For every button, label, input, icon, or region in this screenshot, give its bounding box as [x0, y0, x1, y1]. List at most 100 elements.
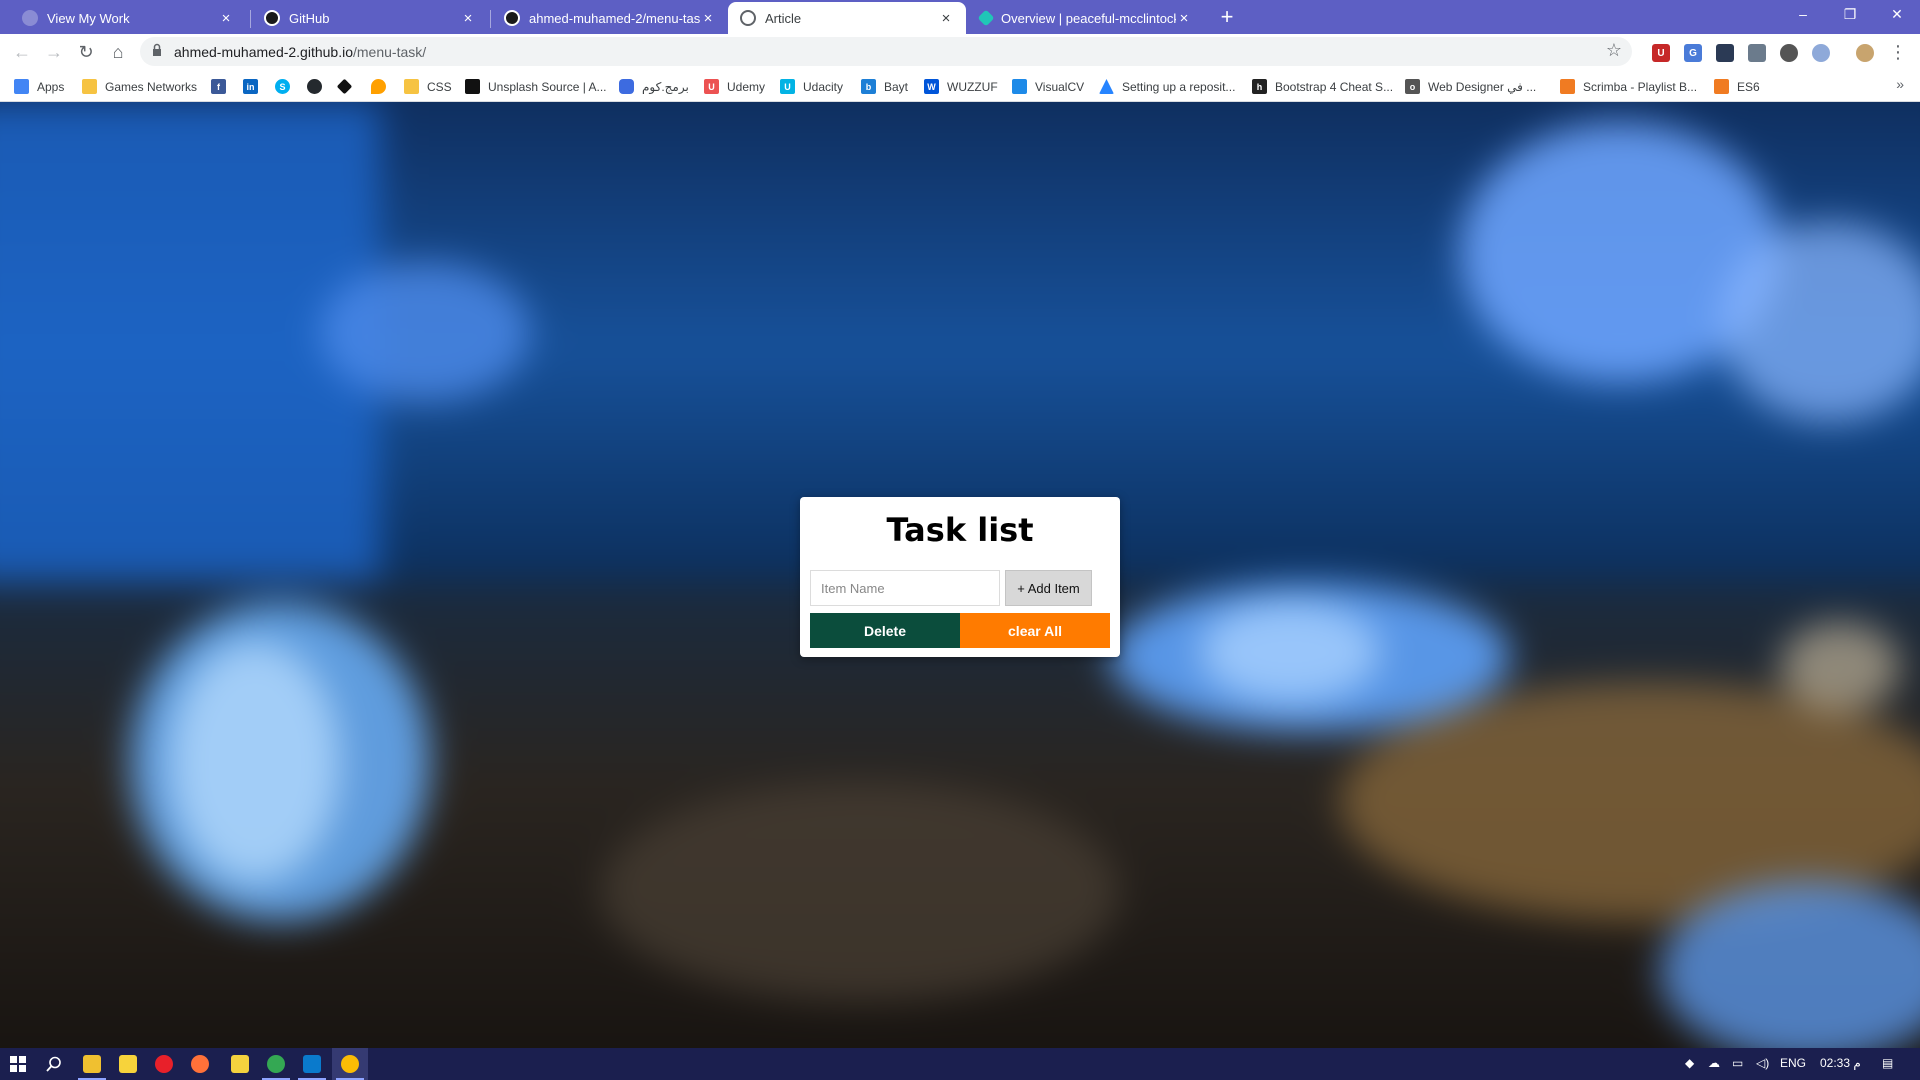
url-path: /menu-task/: [353, 44, 427, 60]
language-indicator[interactable]: ENG: [1780, 1056, 1806, 1070]
home-icon[interactable]: ⌂: [104, 38, 132, 66]
bookmark-games-networks[interactable]: Games Networks: [82, 78, 197, 95]
bookmarks-overflow-icon[interactable]: »: [1896, 76, 1904, 92]
tab-strip: View My Work × GitHub × ahmed-muhamed-2/…: [0, 0, 1920, 34]
extension-icon[interactable]: [1812, 44, 1830, 62]
sticky-notes-icon[interactable]: [222, 1048, 258, 1080]
wuzzuf-icon: W: [924, 79, 939, 94]
bookmark-facebook[interactable]: f: [211, 78, 226, 95]
tab-title: GitHub: [289, 10, 330, 26]
ublock-icon[interactable]: U: [1652, 44, 1670, 62]
hackerthemes-icon: h: [1252, 79, 1267, 94]
bookmark-es6[interactable]: ES6: [1714, 78, 1760, 95]
scrimba-icon: [1714, 79, 1729, 94]
start-button[interactable]: [0, 1048, 36, 1080]
tab-article[interactable]: Article ×: [728, 2, 966, 34]
network-icon[interactable]: ▭: [1732, 1056, 1743, 1070]
linkedin-icon: in: [243, 79, 258, 94]
forward-icon[interactable]: →: [40, 38, 68, 66]
tab-separator: [490, 10, 491, 28]
bookmark-wuzzuf[interactable]: W WUZZUF: [924, 78, 998, 95]
magnifier-glyph: [46, 1056, 61, 1072]
bookmark-barmej[interactable]: برمج.كوم: [619, 78, 689, 95]
udemy-icon: U: [704, 79, 719, 94]
volume-icon[interactable]: ◁): [1756, 1056, 1769, 1070]
notifications-icon[interactable]: ▤: [1882, 1056, 1893, 1070]
tab-netlify-overview[interactable]: Overview | peaceful-mcclintock-c ×: [968, 2, 1204, 34]
bookmark-visualcv[interactable]: VisualCV: [1012, 78, 1084, 95]
back-icon[interactable]: ←: [8, 38, 36, 66]
bookmark-linkedin[interactable]: in: [243, 78, 258, 95]
tab-title: Overview | peaceful-mcclintock-c: [1001, 10, 1176, 26]
bookmark-label: CSS: [427, 79, 452, 94]
item-name-input[interactable]: [810, 570, 1000, 606]
dark-mode-icon[interactable]: [1780, 44, 1798, 62]
minimize-icon[interactable]: –: [1780, 0, 1826, 30]
avatar[interactable]: [1856, 44, 1874, 62]
bookmark-star-icon[interactable]: ☆: [1606, 40, 1622, 61]
clear-all-button[interactable]: clear All: [960, 613, 1110, 648]
window-close-icon[interactable]: ✕: [1874, 0, 1920, 30]
bookmark-atlassian-guide[interactable]: Setting up a reposit...: [1099, 78, 1235, 95]
new-tab-button[interactable]: +: [1214, 5, 1240, 31]
page-title: Task list: [886, 511, 1034, 549]
url-host: ahmed-muhamed-2.github.io: [174, 44, 353, 60]
clock[interactable]: 02:33 م: [1820, 1056, 1861, 1070]
tab-title: ahmed-muhamed-2/menu-task:: [529, 10, 700, 26]
vscode-icon[interactable]: [294, 1048, 330, 1080]
bookmark-apps[interactable]: Apps: [14, 78, 64, 95]
scrimba-icon: [1560, 79, 1575, 94]
bookmark-label: برمج.كوم: [642, 79, 689, 94]
bookmark-udacity[interactable]: U Udacity: [780, 78, 843, 95]
delete-button[interactable]: Delete: [810, 613, 960, 648]
extension-icon[interactable]: [1716, 44, 1734, 62]
bookmark-firebase[interactable]: [371, 78, 386, 95]
menu-icon[interactable]: ⋮: [1884, 38, 1912, 66]
opera-icon[interactable]: [146, 1048, 182, 1080]
firefox-icon[interactable]: [182, 1048, 218, 1080]
onedrive-icon[interactable]: ☁: [1708, 1056, 1720, 1070]
close-icon[interactable]: ×: [218, 10, 234, 27]
add-item-button[interactable]: + Add Item: [1005, 570, 1092, 606]
chrome-icon[interactable]: [332, 1048, 368, 1080]
bookmark-olx-web-designer[interactable]: o Web Designer في ...: [1405, 78, 1536, 95]
bookmark-codepen[interactable]: [336, 78, 353, 95]
bookmark-github[interactable]: [307, 78, 322, 95]
bookmark-unsplash[interactable]: Unsplash Source | A...: [465, 78, 607, 95]
chrome-icon[interactable]: [258, 1048, 294, 1080]
bookmark-udemy[interactable]: U Udemy: [704, 78, 765, 95]
address-bar[interactable]: ahmed-muhamed-2.github.io/menu-task/ ☆: [140, 37, 1632, 66]
tab-view-my-work[interactable]: View My Work ×: [10, 2, 246, 34]
bookmark-scrimba-playlist[interactable]: Scrimba - Playlist B...: [1560, 78, 1697, 95]
bookmark-skype[interactable]: S: [275, 78, 290, 95]
tab-github[interactable]: GitHub ×: [252, 2, 488, 34]
sticky-notes-icon[interactable]: [110, 1048, 146, 1080]
browser-toolbar: ← → ↻ ⌂ ahmed-muhamed-2.github.io/menu-t…: [0, 34, 1920, 70]
firebase-icon: [371, 79, 386, 94]
folder-icon: [82, 79, 97, 94]
restore-icon[interactable]: ❐: [1827, 0, 1873, 30]
bayt-icon: b: [861, 79, 876, 94]
color-picker-icon[interactable]: [1748, 44, 1766, 62]
tab-menu-task-repo[interactable]: ahmed-muhamed-2/menu-task: ×: [492, 2, 728, 34]
bookmark-label: Udacity: [803, 79, 844, 94]
bookmark-label: Bootstrap 4 Cheat S...: [1275, 79, 1394, 94]
search-icon[interactable]: [36, 1048, 72, 1080]
file-explorer-icon[interactable]: [74, 1048, 110, 1080]
unsplash-icon: [465, 79, 480, 94]
bookmark-label: Unsplash Source | A...: [488, 79, 607, 94]
atlassian-icon: [1099, 79, 1114, 94]
lock-icon: [153, 43, 161, 56]
close-icon[interactable]: ×: [460, 10, 476, 27]
bookmark-bootstrap-cheatsheet[interactable]: h Bootstrap 4 Cheat S...: [1252, 78, 1393, 95]
translate-icon[interactable]: G: [1684, 44, 1702, 62]
close-icon[interactable]: ×: [938, 10, 954, 27]
reload-icon[interactable]: ↻: [72, 38, 100, 66]
close-icon[interactable]: ×: [1176, 10, 1192, 27]
bookmark-bayt[interactable]: b Bayt: [861, 78, 908, 95]
close-icon[interactable]: ×: [700, 10, 716, 27]
bookmark-css[interactable]: CSS: [404, 78, 452, 95]
tray-app-icon[interactable]: ◆: [1685, 1056, 1694, 1070]
page-viewport: Task list + Add Item Delete clear All: [0, 102, 1920, 1048]
bookmark-label: Scrimba - Playlist B...: [1583, 79, 1698, 94]
